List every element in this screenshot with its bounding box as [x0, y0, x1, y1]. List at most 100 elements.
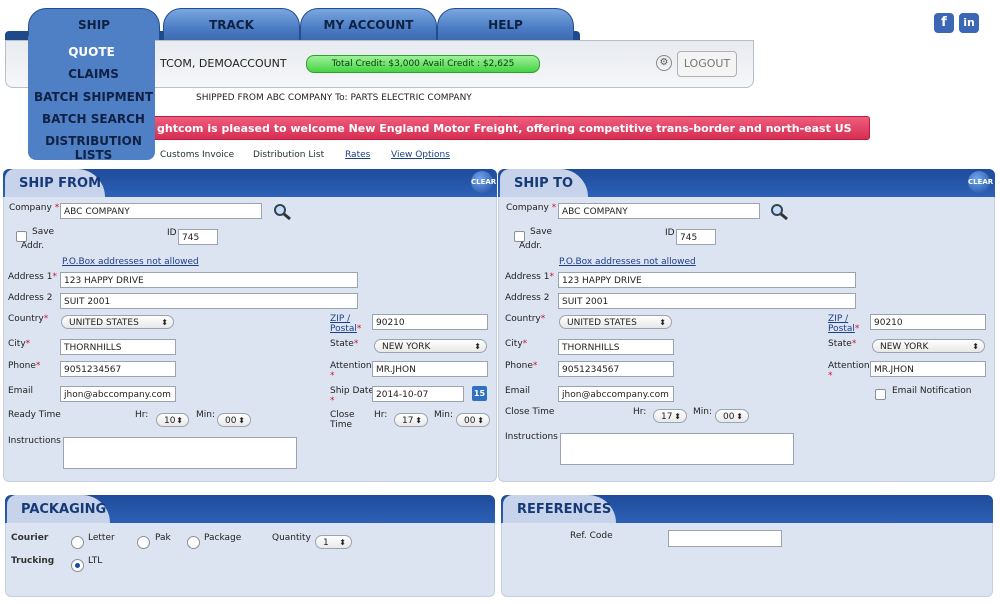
to-company-input[interactable]: ABC COMPANY	[558, 203, 760, 219]
from-phone-input[interactable]: 9051234567	[60, 361, 176, 377]
to-close-time-label: Close Time	[505, 407, 555, 417]
to-address2-label: Address 2	[505, 293, 550, 303]
instructions-label: Instructions	[8, 436, 61, 446]
linkedin-icon[interactable]: in	[959, 13, 979, 33]
to-close-hour-select[interactable]: 17 ⬍	[653, 409, 687, 423]
trucking-label: Trucking	[11, 556, 55, 566]
letter-label: Letter	[88, 533, 115, 543]
to-country-label: Country*	[505, 314, 546, 324]
attention-label: Attention *	[330, 361, 372, 381]
to-email-input[interactable]: jhon@abccompany.com	[558, 386, 674, 402]
pak-label: Pak	[155, 533, 171, 543]
customs-invoice-link[interactable]: Customs Invoice	[160, 150, 234, 160]
from-city-input[interactable]: THORNHILLS	[60, 339, 176, 355]
to-search-icon[interactable]	[769, 203, 789, 221]
tab-help[interactable]: HELP	[437, 8, 574, 41]
close-min-label: Min:	[434, 410, 454, 420]
close-hour-select[interactable]: 17 ⬍	[394, 413, 428, 427]
from-id-input[interactable]: 745	[178, 229, 218, 245]
menu-item-claims[interactable]: CLAIMS	[30, 67, 157, 81]
ready-time-label: Ready Time	[8, 410, 61, 420]
tab-my-account[interactable]: MY ACCOUNT	[300, 8, 437, 41]
ltl-label: LTL	[88, 556, 103, 566]
quantity-select[interactable]: 1 ⬍	[315, 535, 352, 549]
to-zip-input[interactable]: 90210	[870, 314, 986, 330]
welcome-text: TCOM, DEMOACCOUNT	[160, 57, 287, 70]
ref-code-input[interactable]	[668, 530, 782, 547]
close-time-label: Close Time	[330, 410, 355, 430]
ready-minute-select[interactable]: 00 ⬍	[217, 413, 251, 427]
country-label: Country*	[8, 314, 49, 324]
pak-radio[interactable]	[137, 536, 150, 549]
ship-to-clear-button[interactable]: CLEAR	[968, 171, 993, 193]
from-zip-input[interactable]: 90210	[372, 314, 488, 330]
references-title: REFERENCES	[503, 495, 616, 523]
ready-hour-select[interactable]: 10 ⬍	[156, 413, 189, 427]
to-phone-input[interactable]: 9051234567	[558, 361, 674, 377]
packaging-title: PACKAGING	[7, 495, 110, 523]
to-city-input[interactable]: THORNHILLS	[558, 339, 674, 355]
to-instructions-textarea[interactable]	[560, 433, 794, 465]
from-attention-input[interactable]: MR.JHON	[372, 361, 488, 377]
calendar-icon[interactable]: 15	[472, 386, 487, 401]
settings-icon[interactable]: ⚙	[656, 55, 672, 71]
to-address2-input[interactable]: SUIT 2001	[558, 293, 856, 309]
from-state-select[interactable]: NEW YORK ⬍	[374, 339, 487, 353]
email-notification-label: Email Notification	[892, 386, 972, 396]
to-pobox-notice: P.O.Box addresses not allowed	[559, 257, 696, 267]
to-address1-input[interactable]: 123 HAPPY DRIVE	[558, 272, 856, 288]
address2-label: Address 2	[8, 293, 53, 303]
close-hr-label: Hr:	[374, 410, 388, 420]
city-label: City*	[8, 339, 31, 349]
menu-item-quote[interactable]: QUOTE	[28, 45, 155, 59]
ship-to-title: SHIP TO	[500, 169, 588, 197]
distribution-list-link[interactable]: Distribution List	[253, 150, 324, 160]
letter-radio[interactable]	[71, 536, 84, 549]
email-label: Email	[8, 386, 33, 396]
to-hr-label: Hr:	[633, 407, 647, 417]
phone-label: Phone*	[8, 361, 41, 371]
to-address1-label: Address 1*	[505, 272, 554, 282]
search-icon[interactable]	[272, 203, 292, 221]
to-attention-label: Attention *	[828, 361, 870, 381]
ref-code-label: Ref. Code	[570, 531, 613, 541]
from-country-select[interactable]: UNITED STATES ⬍	[61, 315, 174, 329]
state-label: State*	[330, 339, 359, 349]
menu-item-distribution-lists[interactable]: DISTRIBUTION LISTS	[30, 134, 157, 162]
menu-item-batch-search[interactable]: BATCH SEARCH	[30, 112, 157, 126]
hr-label: Hr:	[135, 410, 149, 420]
close-minute-select[interactable]: 00 ⬍	[456, 413, 490, 427]
logout-button[interactable]: LOGOUT	[677, 51, 737, 77]
to-addr-label: Addr.	[519, 241, 543, 251]
credit-badge: Total Credit: $3,000 Avail Credit : $2,6…	[306, 55, 540, 73]
to-attention-input[interactable]: MR.JHON	[870, 361, 986, 377]
courier-label: Courier	[11, 533, 49, 543]
from-instructions-textarea[interactable]	[63, 437, 297, 469]
tab-track[interactable]: TRACK	[163, 8, 300, 41]
package-label: Package	[204, 533, 242, 543]
min-label: Min:	[196, 410, 216, 420]
ship-from-clear-button[interactable]: CLEAR	[471, 171, 496, 193]
from-email-input[interactable]: jhon@abccompany.com	[60, 386, 176, 402]
facebook-icon[interactable]: f	[934, 13, 954, 33]
shipdate-label: Ship Date *	[330, 386, 375, 406]
ship-date-input[interactable]: 2014-10-07	[372, 386, 464, 402]
from-address2-input[interactable]: SUIT 2001	[60, 293, 358, 309]
ltl-radio[interactable]	[71, 559, 84, 572]
to-state-select[interactable]: NEW YORK ⬍	[872, 339, 985, 353]
pobox-notice: P.O.Box addresses not allowed	[62, 257, 199, 267]
ship-from-title: SHIP FROM	[5, 169, 105, 197]
from-company-input[interactable]: ABC COMPANY	[60, 203, 262, 219]
view-options-link[interactable]: View Options	[391, 150, 450, 160]
to-id-input[interactable]: 745	[676, 229, 716, 245]
to-close-minute-select[interactable]: 00 ⬍	[715, 409, 749, 423]
address1-label: Address 1*	[8, 272, 57, 282]
email-notification-checkbox[interactable]	[875, 389, 886, 400]
menu-item-batch-shipment[interactable]: BATCH SHIPMENT	[30, 90, 157, 104]
to-zip-label: ZIP / Postal*	[828, 314, 860, 334]
to-instructions-label: Instructions	[505, 432, 558, 442]
from-address1-input[interactable]: 123 HAPPY DRIVE	[60, 272, 358, 288]
to-country-select[interactable]: UNITED STATES ⬍	[559, 315, 672, 329]
rates-link[interactable]: Rates	[345, 150, 370, 160]
package-radio[interactable]	[187, 536, 200, 549]
